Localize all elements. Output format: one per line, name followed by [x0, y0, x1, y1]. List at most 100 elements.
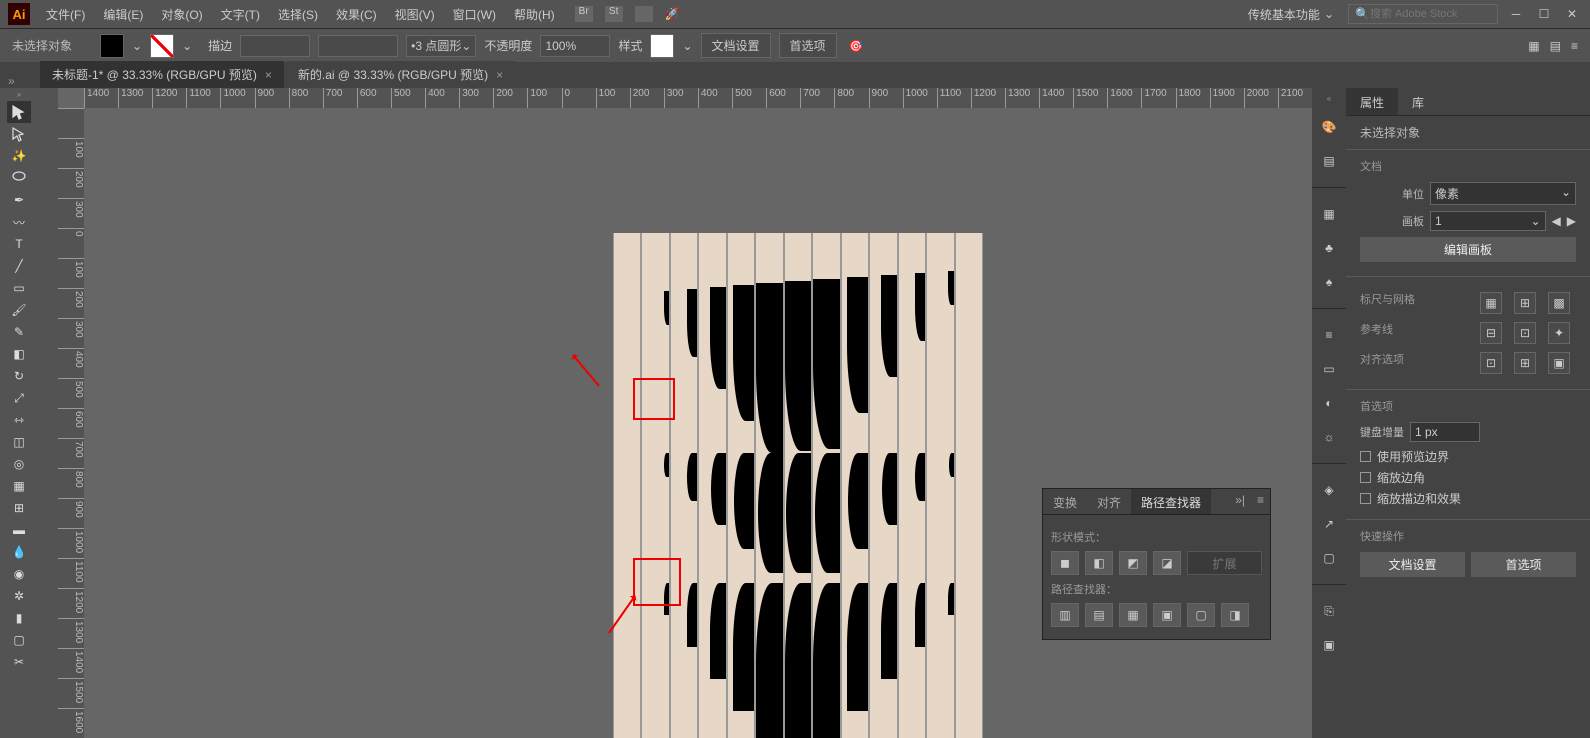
type-tool[interactable]: T	[7, 233, 31, 255]
eyedropper-tool[interactable]: 💧	[7, 541, 31, 563]
transparency-panel-icon[interactable]: ◐	[1318, 393, 1340, 413]
preferences-button[interactable]: 首选项	[779, 33, 837, 58]
scale-strokes-checkbox[interactable]: 缩放描边和效果	[1360, 490, 1576, 507]
prev-artboard-icon[interactable]: ◀	[1552, 214, 1561, 228]
ruler-toggle-icon[interactable]: ▦	[1480, 292, 1502, 314]
perspective-tool[interactable]: ▦	[7, 475, 31, 497]
use-preview-bounds-checkbox[interactable]: 使用预览边界	[1360, 448, 1576, 465]
pen-tool[interactable]: ✒	[7, 189, 31, 211]
window-minimize[interactable]: ─	[1506, 7, 1526, 21]
graphic-style-swatch[interactable]	[650, 34, 674, 58]
pencil-tool[interactable]: ✎	[7, 321, 31, 343]
document-tab[interactable]: 未标题-1* @ 33.33% (RGB/GPU 预览)×	[40, 61, 284, 88]
fill-swatch[interactable]	[100, 34, 124, 58]
gradient-tool[interactable]: ▬	[7, 519, 31, 541]
brushes-panel-icon[interactable]: ▦	[1318, 204, 1340, 224]
symbol-sprayer-tool[interactable]: ✲	[7, 585, 31, 607]
collapse-icon[interactable]: »|	[1229, 489, 1251, 514]
minus-back-button[interactable]: ◨	[1221, 603, 1249, 627]
outline-button[interactable]: ▢	[1187, 603, 1215, 627]
window-close[interactable]: ✕	[1562, 7, 1582, 21]
stock-icon[interactable]: St	[605, 6, 623, 22]
links-panel-icon[interactable]: ⎘	[1318, 601, 1340, 621]
grid-toggle-icon[interactable]: ⊞	[1514, 292, 1536, 314]
snap-grid-icon[interactable]: ⊞	[1514, 352, 1536, 374]
width-tool[interactable]: ⇿	[7, 409, 31, 431]
kbd-increment-input[interactable]: 1 px	[1410, 422, 1480, 442]
selection-tool[interactable]	[7, 101, 31, 123]
panel-menu-icon[interactable]: ≡	[1251, 489, 1270, 514]
symbols-panel-icon[interactable]: ♣	[1318, 238, 1340, 258]
crop-button[interactable]: ▣	[1153, 603, 1181, 627]
column-graph-tool[interactable]: ▮	[7, 607, 31, 629]
close-icon[interactable]: ×	[265, 68, 272, 82]
arrange-icon[interactable]	[635, 6, 653, 22]
search-input[interactable]	[1370, 8, 1512, 20]
appearance-panel-icon[interactable]: ☼	[1318, 427, 1340, 447]
scale-corners-checkbox[interactable]: 缩放边角	[1360, 469, 1576, 486]
artboard-tool[interactable]: ▢	[7, 629, 31, 651]
slice-tool[interactable]: ✂	[7, 651, 31, 673]
mesh-tool[interactable]: ⊞	[7, 497, 31, 519]
tab-align[interactable]: 对齐	[1087, 489, 1131, 514]
asset-export-panel-icon[interactable]: ↗	[1318, 514, 1340, 534]
menu-object[interactable]: 对象(O)	[153, 2, 210, 27]
menu-effect[interactable]: 效果(C)	[328, 2, 385, 27]
merge-button[interactable]: ▦	[1119, 603, 1147, 627]
stroke-panel-icon[interactable]: ≡	[1318, 325, 1340, 345]
gpu-icon[interactable]: 🚀	[665, 7, 680, 21]
trim-button[interactable]: ▤	[1085, 603, 1113, 627]
shape-builder-tool[interactable]: ◎	[7, 453, 31, 475]
menu-edit[interactable]: 编辑(E)	[95, 2, 151, 27]
smart-guides-icon[interactable]: ✦	[1548, 322, 1570, 344]
rectangle-tool[interactable]: ▭	[7, 277, 31, 299]
menu-view[interactable]: 视图(V)	[387, 2, 443, 27]
tab-libraries[interactable]: 库	[1398, 88, 1438, 115]
chevron-down-icon[interactable]: ⌄	[132, 39, 142, 53]
direct-selection-tool[interactable]	[7, 123, 31, 145]
gradient-panel-icon[interactable]: ▭	[1318, 359, 1340, 379]
window-maximize[interactable]: ☐	[1534, 7, 1554, 21]
divide-button[interactable]: ▥	[1051, 603, 1079, 627]
tab-transform[interactable]: 变换	[1043, 489, 1087, 514]
workspace-switcher[interactable]: 传统基本功能⌄	[1242, 4, 1340, 25]
exclude-button[interactable]: ◪	[1153, 551, 1181, 575]
next-artboard-icon[interactable]: ▶	[1567, 214, 1576, 228]
actions-panel-icon[interactable]: ▣	[1318, 635, 1340, 655]
opacity-input[interactable]	[540, 35, 610, 57]
panel-toggle-icon[interactable]: ▦	[1528, 39, 1539, 53]
eraser-tool[interactable]: ◧	[7, 343, 31, 365]
menu-select[interactable]: 选择(S)	[270, 2, 326, 27]
collapse-icon[interactable]: «	[1327, 94, 1331, 103]
tab-pathfinder[interactable]: 路径查找器	[1131, 489, 1211, 514]
menu-file[interactable]: 文件(F)	[38, 2, 93, 27]
bridge-icon[interactable]: Br	[575, 6, 593, 22]
transparency-grid-icon[interactable]: ▩	[1548, 292, 1570, 314]
swatches-panel-icon[interactable]: ▤	[1318, 151, 1340, 171]
document-tab[interactable]: 新的.ai @ 33.33% (RGB/GPU 预览)×	[286, 61, 515, 88]
paintbrush-tool[interactable]: 🖌	[7, 299, 31, 321]
color-panel-icon[interactable]: 🎨	[1318, 117, 1340, 137]
line-tool[interactable]: ╱	[7, 255, 31, 277]
tab-properties[interactable]: 属性	[1346, 88, 1398, 115]
artboard-select[interactable]: 1⌄	[1430, 211, 1546, 231]
search-stock[interactable]: 🔍	[1348, 4, 1498, 24]
curvature-tool[interactable]: 〰	[7, 211, 31, 233]
layers-panel-icon[interactable]: ◈	[1318, 480, 1340, 500]
guides-lock-icon[interactable]: ⊡	[1514, 322, 1536, 344]
panel-menu-icon[interactable]: ≡	[1571, 39, 1578, 53]
expand-icon[interactable]: »	[8, 74, 15, 88]
intersect-button[interactable]: ◩	[1119, 551, 1147, 575]
chevron-down-icon[interactable]: ⌄	[182, 39, 192, 53]
menu-help[interactable]: 帮助(H)	[506, 2, 563, 27]
snap-pixel-icon[interactable]: ▣	[1548, 352, 1570, 374]
stroke-variable[interactable]	[318, 35, 398, 57]
stroke-swatch[interactable]	[150, 34, 174, 58]
minus-front-button[interactable]: ◧	[1085, 551, 1113, 575]
magic-wand-tool[interactable]: ✨	[7, 145, 31, 167]
unite-button[interactable]: ◼	[1051, 551, 1079, 575]
rotate-tool[interactable]: ↻	[7, 365, 31, 387]
quick-doc-setup-button[interactable]: 文档设置	[1360, 552, 1465, 577]
graphic-styles-panel-icon[interactable]: ♠	[1318, 272, 1340, 292]
quick-prefs-button[interactable]: 首选项	[1471, 552, 1576, 577]
